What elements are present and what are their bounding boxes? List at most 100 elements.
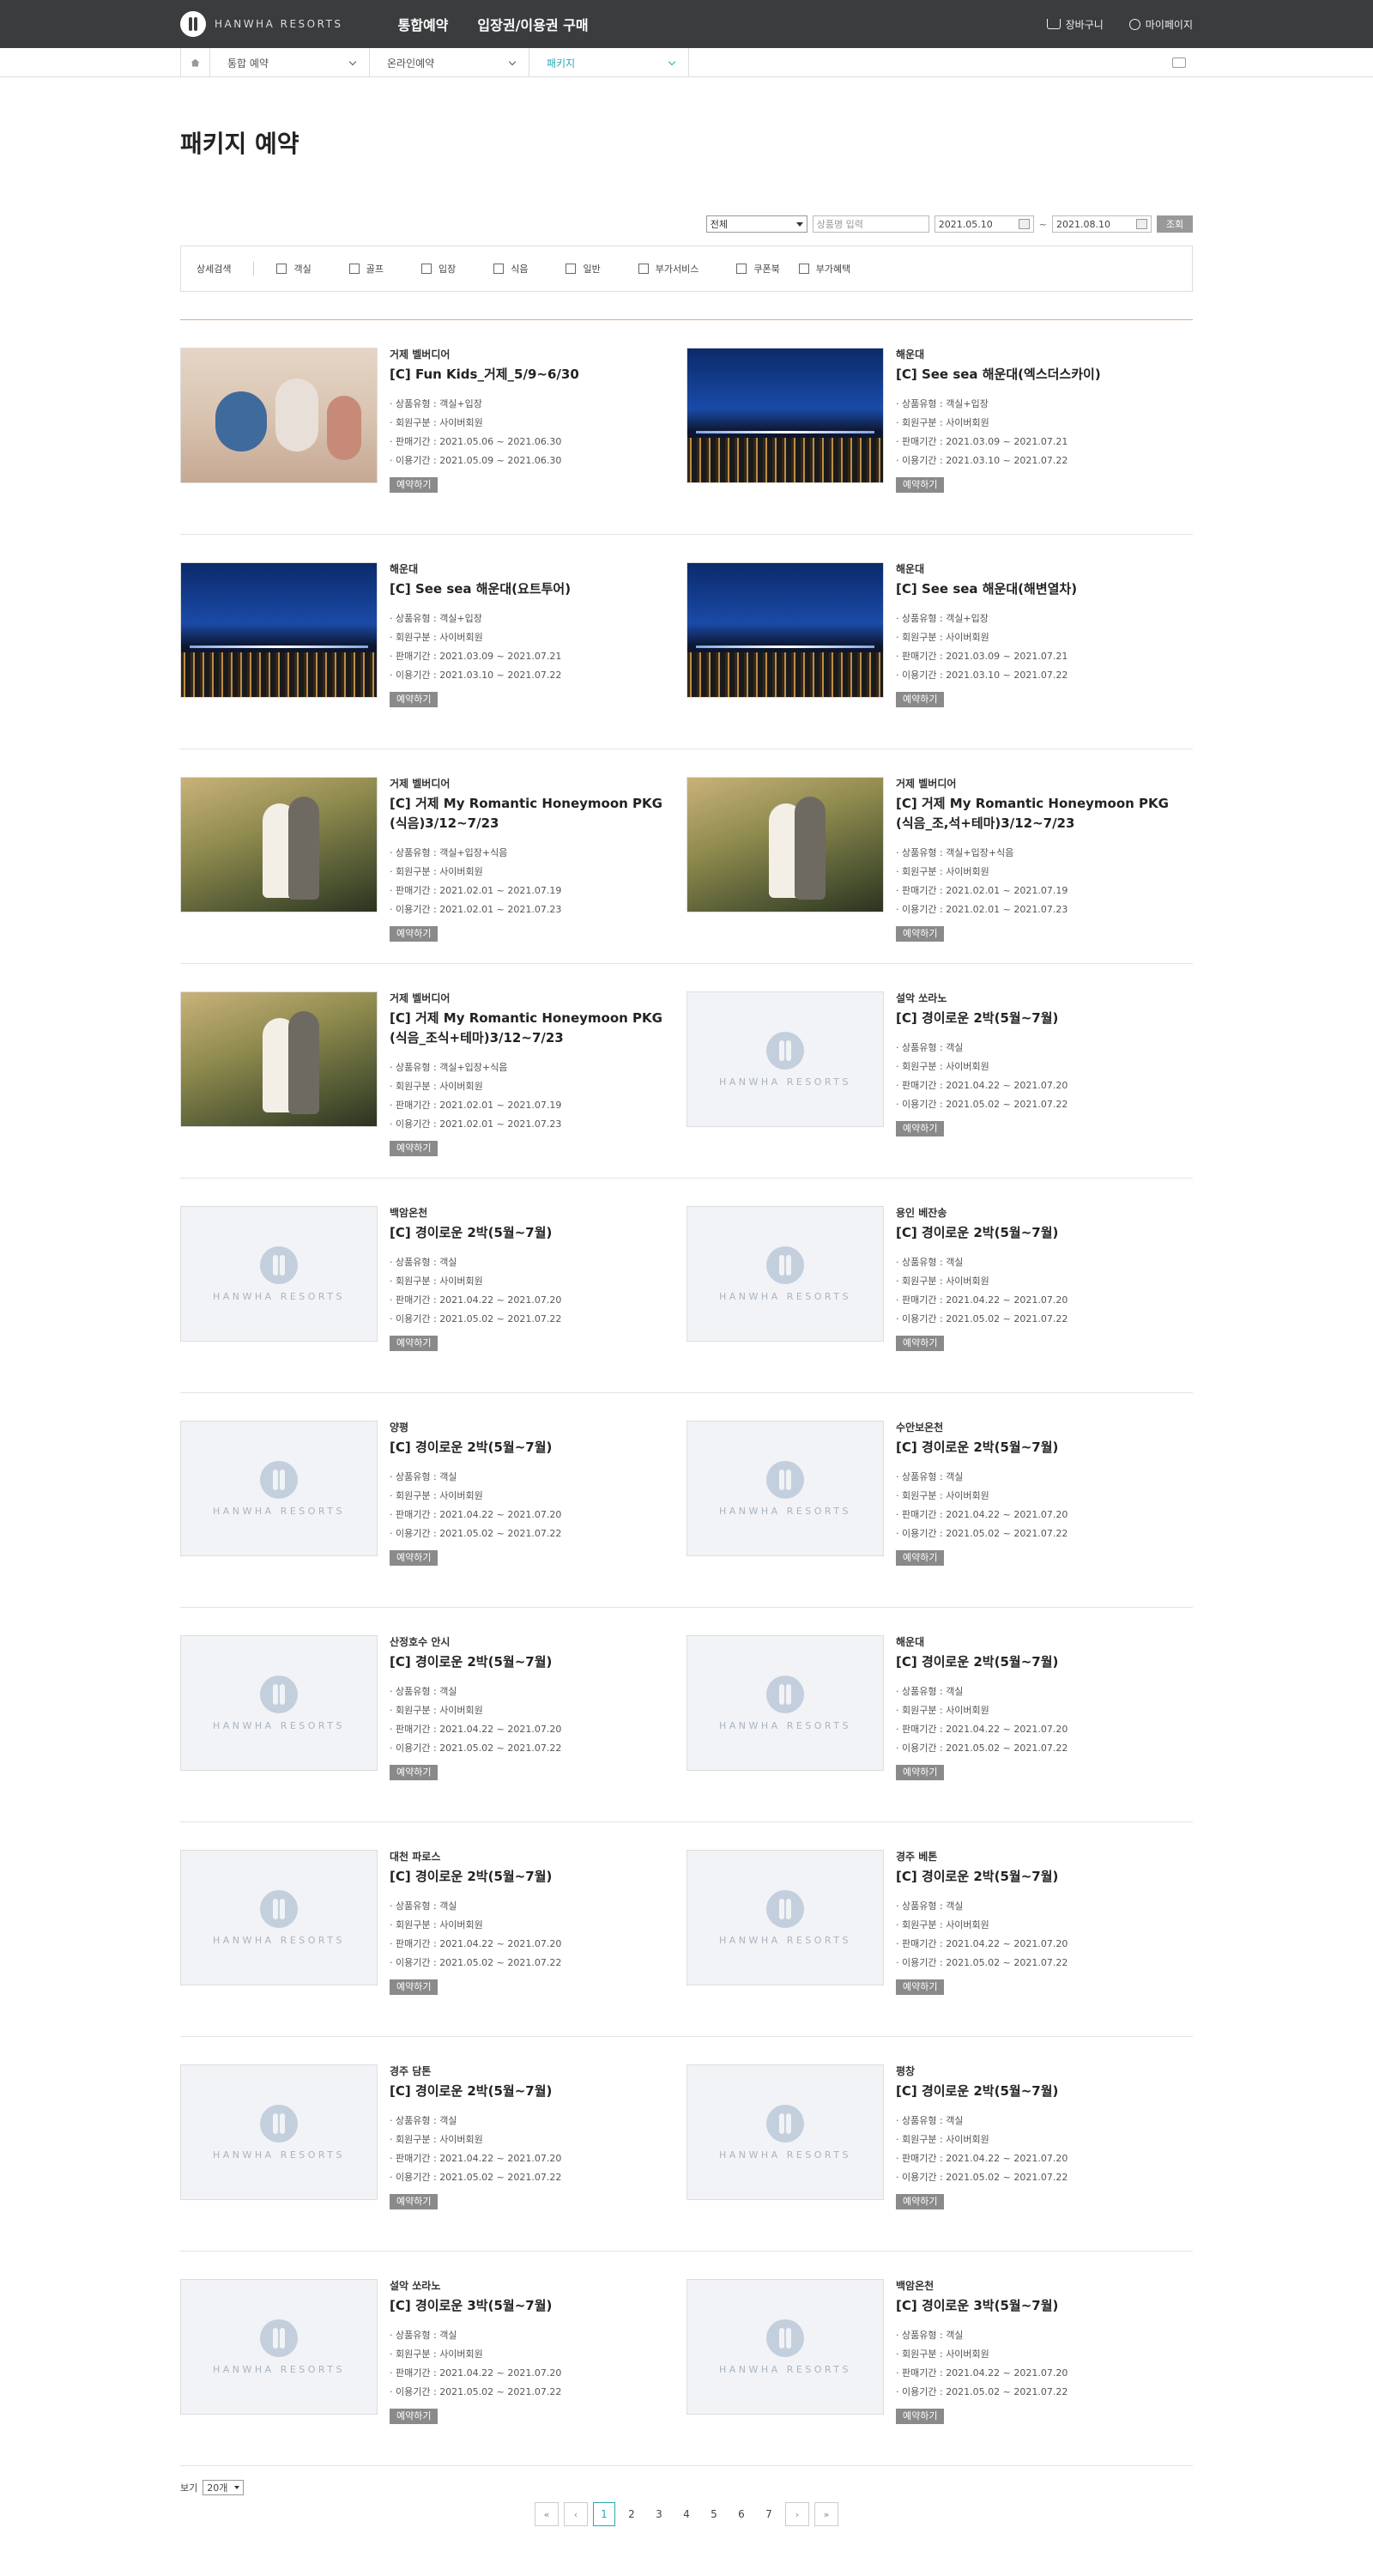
book-button[interactable]: 예약하기: [390, 692, 439, 707]
category-select[interactable]: 전체: [705, 215, 807, 233]
home-button[interactable]: [181, 48, 210, 77]
product-image[interactable]: [180, 348, 378, 483]
book-button[interactable]: 예약하기: [390, 477, 439, 493]
product-name[interactable]: [C] Fun Kids_거제_5/9~6/30: [390, 365, 674, 385]
book-button[interactable]: 예약하기: [896, 1979, 945, 1995]
filter-checkbox[interactable]: [736, 264, 747, 274]
product-image[interactable]: HANWHA RESORTS: [180, 1850, 378, 1985]
book-button[interactable]: 예약하기: [896, 926, 945, 942]
book-button[interactable]: 예약하기: [390, 1765, 439, 1780]
product-name[interactable]: [C] 거제 My Romantic Honeymoon PKG (식음)3/1…: [390, 794, 674, 833]
product-name[interactable]: [C] 경이로운 2박(5월~7월): [390, 1223, 674, 1243]
page-number[interactable]: 6: [730, 2502, 753, 2526]
product-name[interactable]: [C] See sea 해운대(해변열차): [896, 579, 1181, 599]
nav-integrated-booking[interactable]: 통합예약: [398, 14, 449, 34]
book-button[interactable]: 예약하기: [390, 2409, 439, 2424]
product-name[interactable]: [C] See sea 해운대(엑스더스카이): [896, 365, 1181, 385]
next-page-button[interactable]: ›: [785, 2502, 809, 2526]
page-number[interactable]: 3: [648, 2502, 670, 2526]
product-image[interactable]: HANWHA RESORTS: [180, 1635, 378, 1771]
product-name[interactable]: [C] 경이로운 2박(5월~7월): [390, 1652, 674, 1672]
book-button[interactable]: 예약하기: [390, 926, 439, 942]
product-name[interactable]: [C] 경이로운 2박(5월~7월): [390, 1867, 674, 1887]
book-button[interactable]: 예약하기: [896, 2194, 945, 2209]
filter-checkbox[interactable]: [420, 264, 432, 274]
product-image[interactable]: HANWHA RESORTS: [686, 1850, 884, 1985]
product-name[interactable]: [C] 경이로운 2박(5월~7월): [896, 1652, 1181, 1672]
filter-checkbox[interactable]: [493, 264, 505, 274]
product-name[interactable]: [C] 경이로운 3박(5월~7월): [896, 2296, 1181, 2316]
product-name[interactable]: [C] 거제 My Romantic Honeymoon PKG (식음_조,석…: [896, 794, 1181, 833]
filter-checkbox[interactable]: [276, 264, 287, 274]
keyword-input[interactable]: 상품명 입력: [812, 215, 929, 233]
book-button[interactable]: 예약하기: [896, 1550, 945, 1566]
search-button[interactable]: 조회: [1157, 215, 1193, 233]
product-image[interactable]: HANWHA RESORTS: [686, 1206, 884, 1342]
page-number[interactable]: 5: [703, 2502, 725, 2526]
product-image[interactable]: [686, 348, 884, 483]
product-image[interactable]: HANWHA RESORTS: [180, 1206, 378, 1342]
book-button[interactable]: 예약하기: [390, 1336, 439, 1351]
book-button[interactable]: 예약하기: [896, 1121, 945, 1136]
filter-option[interactable]: 골프: [348, 262, 384, 276]
mypage-link[interactable]: 마이페이지: [1128, 17, 1193, 32]
product-image[interactable]: HANWHA RESORTS: [686, 1635, 884, 1771]
page-number[interactable]: 1: [593, 2502, 615, 2526]
book-button[interactable]: 예약하기: [390, 1550, 439, 1566]
book-button[interactable]: 예약하기: [390, 2194, 439, 2209]
page-number[interactable]: 4: [675, 2502, 698, 2526]
filter-checkbox[interactable]: [348, 264, 360, 274]
book-button[interactable]: 예약하기: [896, 1336, 945, 1351]
date-from-input[interactable]: 2021.05.10: [934, 215, 1034, 233]
filter-checkbox[interactable]: [798, 264, 809, 274]
product-image[interactable]: HANWHA RESORTS: [180, 1421, 378, 1556]
book-button[interactable]: 예약하기: [896, 2409, 945, 2424]
location-dropdown-2[interactable]: 온라인예약: [370, 48, 529, 77]
calendar-icon[interactable]: [1136, 219, 1147, 229]
filter-checkbox[interactable]: [566, 264, 577, 274]
page-number[interactable]: 2: [620, 2502, 643, 2526]
date-to-input[interactable]: 2021.08.10: [1052, 215, 1152, 233]
book-button[interactable]: 예약하기: [390, 1979, 439, 1995]
filter-checkbox[interactable]: [638, 264, 649, 274]
book-button[interactable]: 예약하기: [390, 1141, 439, 1156]
product-image[interactable]: [180, 777, 378, 912]
cart-link[interactable]: 장바구니: [1046, 17, 1104, 32]
product-image[interactable]: HANWHA RESORTS: [686, 2064, 884, 2200]
product-image[interactable]: HANWHA RESORTS: [686, 1421, 884, 1556]
nav-ticket-purchase[interactable]: 입장권/이용권 구매: [477, 14, 588, 34]
product-image[interactable]: HANWHA RESORTS: [180, 2064, 378, 2200]
product-name[interactable]: [C] 경이로운 3박(5월~7월): [390, 2296, 674, 2316]
product-image[interactable]: [180, 991, 378, 1127]
filter-option[interactable]: 부가혜택: [798, 262, 850, 276]
filter-option[interactable]: 입장: [420, 262, 456, 276]
page-number[interactable]: 7: [758, 2502, 780, 2526]
print-icon[interactable]: [1172, 58, 1186, 68]
logo[interactable]: HANWHA RESORTS: [180, 11, 343, 37]
first-page-button[interactable]: «: [535, 2502, 559, 2526]
product-name[interactable]: [C] 경이로운 2박(5월~7월): [390, 1438, 674, 1458]
filter-option[interactable]: 부가서비스: [638, 262, 699, 276]
book-button[interactable]: 예약하기: [896, 1765, 945, 1780]
filter-option[interactable]: 일반: [566, 262, 601, 276]
product-name[interactable]: [C] 경이로운 2박(5월~7월): [896, 1867, 1181, 1887]
product-name[interactable]: [C] 경이로운 2박(5월~7월): [896, 1438, 1181, 1458]
prev-page-button[interactable]: ‹: [564, 2502, 588, 2526]
filter-option[interactable]: 쿠폰북: [736, 262, 780, 276]
book-button[interactable]: 예약하기: [896, 692, 945, 707]
product-image[interactable]: HANWHA RESORTS: [686, 991, 884, 1127]
product-name[interactable]: [C] 경이로운 2박(5월~7월): [390, 2082, 674, 2101]
last-page-button[interactable]: »: [814, 2502, 838, 2526]
product-name[interactable]: [C] See sea 해운대(요트투어): [390, 579, 674, 599]
product-image[interactable]: [686, 777, 884, 912]
product-name[interactable]: [C] 경이로운 2박(5월~7월): [896, 2082, 1181, 2101]
location-dropdown-1[interactable]: 통합 예약: [210, 48, 370, 77]
book-button[interactable]: 예약하기: [896, 477, 945, 493]
product-image[interactable]: [686, 562, 884, 698]
product-image[interactable]: HANWHA RESORTS: [686, 2279, 884, 2415]
location-dropdown-3[interactable]: 패키지: [529, 48, 689, 77]
calendar-icon[interactable]: [1018, 219, 1030, 229]
product-name[interactable]: [C] 경이로운 2박(5월~7월): [896, 1223, 1181, 1243]
filter-option[interactable]: 식음: [493, 262, 528, 276]
product-image[interactable]: [180, 562, 378, 698]
